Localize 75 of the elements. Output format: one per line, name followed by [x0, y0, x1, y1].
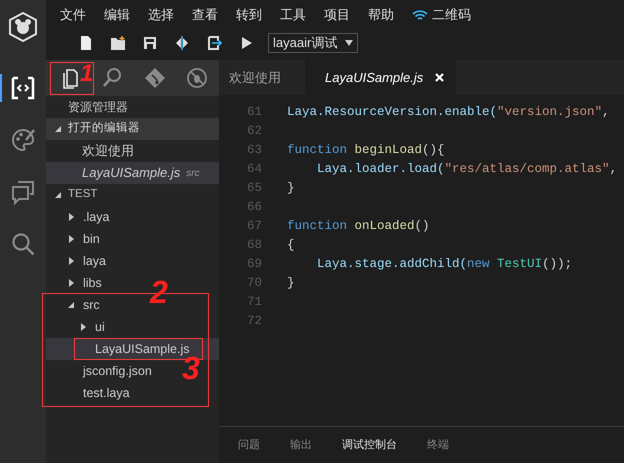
panel-tab[interactable]: 终端: [427, 436, 449, 454]
collapsed-chevron-icon[interactable]: [67, 213, 75, 221]
no-bug-icon[interactable]: [186, 67, 208, 89]
code-line: function beginLoad(){: [287, 142, 445, 160]
code-line: {: [287, 237, 295, 254]
save-icon[interactable]: [142, 35, 158, 51]
panel-tab[interactable]: 调试控制台: [342, 436, 397, 454]
menu-item[interactable]: 项目: [324, 5, 350, 25]
code-line: Laya.stage.addChild(new TestUI());: [316, 256, 572, 274]
search-icon[interactable]: [10, 231, 36, 257]
line-number: 70: [246, 275, 262, 292]
menu-item[interactable]: 文件: [60, 5, 86, 25]
file-item[interactable]: test.laya: [83, 384, 130, 402]
palette-icon[interactable]: [10, 127, 36, 153]
collapsed-chevron-icon[interactable]: [79, 323, 87, 331]
folder-item[interactable]: libs: [83, 274, 102, 292]
line-number: 68: [246, 237, 262, 254]
menu-item[interactable]: 查看: [192, 5, 218, 25]
line-number: 63: [246, 142, 262, 160]
open-editor-item[interactable]: LayaUISample.js src: [46, 162, 219, 184]
compile-icon[interactable]: [174, 35, 190, 51]
search-icon[interactable]: [102, 67, 124, 89]
editor-tab[interactable]: 欢迎使用: [219, 60, 305, 95]
line-number: 71: [246, 294, 262, 312]
line-number: 62: [246, 123, 262, 140]
code-line: }: [287, 180, 295, 198]
line-number: 69: [246, 256, 262, 274]
menu-item[interactable]: 转到: [236, 5, 262, 25]
code-line: function onLoaded(): [287, 218, 430, 236]
qr-code-menu[interactable]: 二维码: [432, 5, 471, 25]
new-folder-icon[interactable]: [110, 35, 126, 51]
collapsed-chevron-icon[interactable]: [67, 235, 75, 243]
collapsed-chevron-icon[interactable]: [67, 257, 75, 265]
line-number: 72: [246, 313, 262, 330]
annotation-number: 1: [80, 62, 94, 86]
folder-item[interactable]: ui: [95, 318, 105, 336]
folder-item[interactable]: src: [83, 296, 100, 314]
line-number: 66: [246, 199, 262, 216]
annotation-box: [50, 62, 94, 95]
collapsed-chevron-icon[interactable]: [67, 279, 75, 287]
folder-item[interactable]: .laya: [83, 208, 110, 226]
panel-tab[interactable]: 输出: [290, 436, 312, 454]
expanded-chevron-icon[interactable]: [54, 191, 62, 199]
code-line: Laya.loader.load("res/atlas/comp.atlas",: [316, 161, 618, 178]
explorer-title: 资源管理器: [67, 99, 129, 116]
panel-tab[interactable]: 问题: [238, 436, 260, 454]
git-icon[interactable]: [144, 67, 166, 89]
launch-config-dropdown[interactable]: layaair调试: [268, 33, 358, 53]
folder-item[interactable]: laya: [83, 252, 106, 270]
file-item[interactable]: jsconfig.json: [83, 362, 152, 380]
menu-item[interactable]: 编辑: [104, 5, 130, 25]
logo-icon: [8, 12, 38, 42]
editor-tab[interactable]: LayaUISample.js: [305, 60, 456, 95]
line-number: 65: [246, 180, 262, 198]
caret-icon: [345, 40, 354, 46]
menu-item[interactable]: 选择: [148, 5, 174, 25]
menu-item[interactable]: 工具: [280, 5, 306, 25]
code-line: Laya.ResourceVersion.enable("version.json",: [287, 104, 610, 122]
line-number: 67: [246, 218, 262, 236]
chat-icon[interactable]: [10, 179, 36, 205]
section-header[interactable]: TEST: [68, 186, 98, 204]
close-icon[interactable]: [435, 73, 444, 82]
line-number: 61: [246, 104, 262, 122]
code-icon[interactable]: [10, 75, 36, 101]
path-hint: src: [186, 166, 200, 180]
line-number: 64: [246, 161, 262, 178]
folder-item[interactable]: bin: [83, 230, 100, 248]
wifi-icon[interactable]: [412, 9, 428, 21]
export-icon[interactable]: [206, 35, 222, 51]
code-line: }: [287, 275, 295, 292]
menu-item[interactable]: 帮助: [368, 5, 394, 25]
expanded-chevron-icon[interactable]: [54, 125, 62, 133]
open-editor-item[interactable]: 欢迎使用: [46, 140, 219, 162]
expanded-chevron-icon[interactable]: [67, 301, 75, 309]
new-file-icon[interactable]: [78, 35, 94, 51]
